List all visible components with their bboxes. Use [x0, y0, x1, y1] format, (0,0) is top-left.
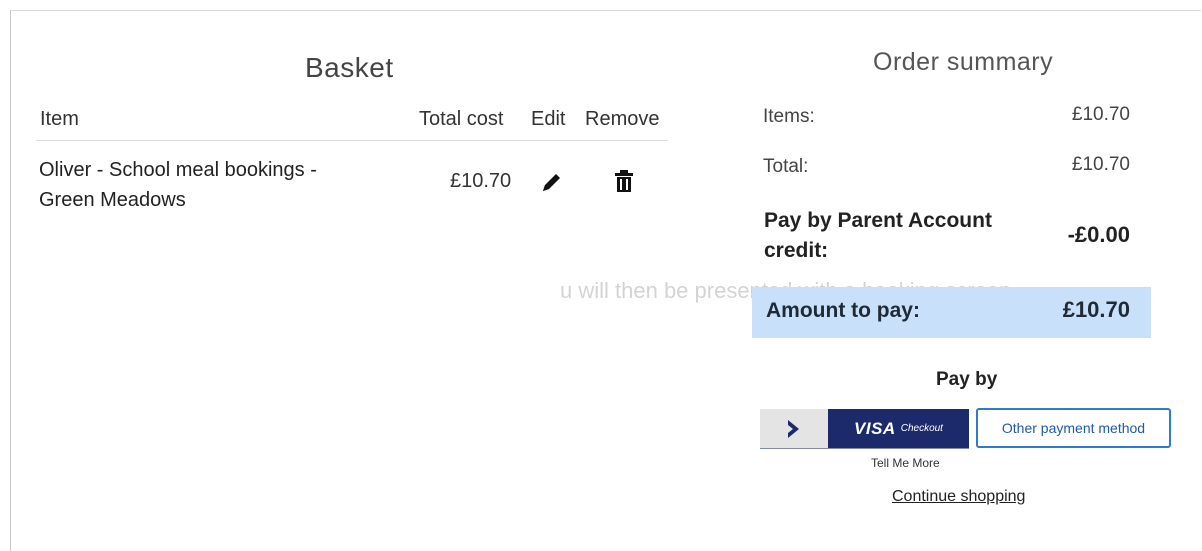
edit-item-button[interactable]	[538, 168, 566, 196]
continue-shopping-link[interactable]: Continue shopping	[892, 488, 1025, 506]
basket-item-name: Oliver - School meal bookings - Green Me…	[39, 155, 369, 215]
trash-icon	[615, 170, 633, 192]
column-header-total-cost: Total cost	[419, 108, 504, 130]
parent-account-credit-value: -£0.00	[1067, 222, 1130, 247]
visa-checkout-text: Checkout	[900, 423, 943, 434]
basket-title: Basket	[305, 52, 394, 83]
chevron-right-icon	[788, 419, 799, 438]
pay-by-label: Pay by	[936, 369, 998, 390]
tell-me-more-link[interactable]: Tell Me More	[871, 456, 940, 470]
column-header-remove: Remove	[585, 108, 660, 130]
visa-checkout-button[interactable]: VISA Checkout	[760, 409, 969, 449]
pencil-icon	[543, 174, 560, 191]
parent-account-credit-label: Pay by Parent Account credit:	[764, 209, 992, 262]
visa-logo-text: VISA	[854, 418, 896, 438]
item-name-line1: Oliver - School meal bookings -	[39, 159, 317, 181]
page-frame	[10, 10, 1201, 551]
other-payment-method-button[interactable]: Other payment method	[976, 408, 1171, 448]
item-total-cost: £10.70	[450, 170, 512, 192]
column-header-item: Item	[40, 108, 79, 130]
order-summary-title: Order summary	[873, 48, 1054, 76]
visa-arrow-panel	[760, 409, 828, 448]
visa-brand-panel: VISA Checkout	[828, 409, 969, 448]
basket-header-divider	[36, 140, 668, 141]
item-name-line2: Green Meadows	[39, 189, 186, 211]
items-value: £10.70	[1071, 104, 1130, 125]
items-label: Items:	[763, 106, 815, 127]
total-value: £10.70	[1071, 154, 1130, 175]
total-label: Total:	[763, 156, 809, 177]
amount-to-pay-value: £10.70	[1062, 297, 1130, 322]
remove-item-button[interactable]	[610, 167, 638, 195]
column-header-edit: Edit	[531, 108, 566, 130]
amount-to-pay-label: Amount to pay:	[766, 299, 920, 322]
